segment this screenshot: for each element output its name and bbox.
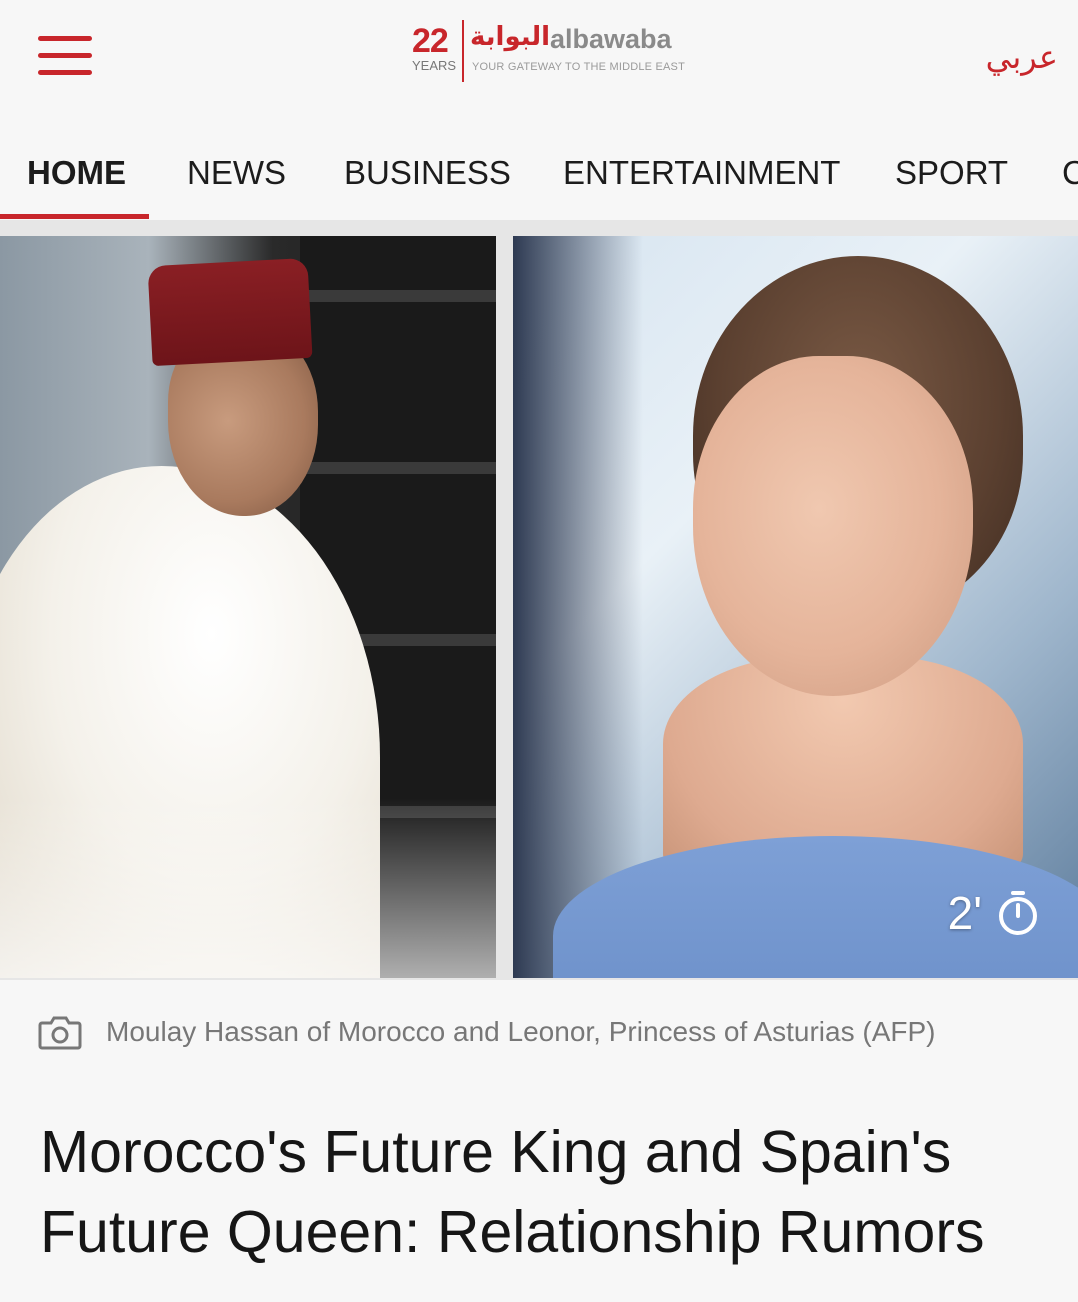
hamburger-line: [38, 70, 92, 75]
logo-arabic-name: البوابة: [470, 22, 551, 52]
nav-item-news[interactable]: NEWS: [187, 154, 286, 192]
nav-item-business[interactable]: BUSINESS: [344, 154, 511, 192]
arabic-language-link[interactable]: عربي: [986, 38, 1058, 76]
nav-item-truncated[interactable]: C: [1062, 154, 1078, 192]
hamburger-menu-icon[interactable]: [38, 36, 92, 76]
camera-icon: [38, 1016, 82, 1050]
article-headline[interactable]: Morocco's Future King and Spain's Future…: [40, 1112, 1050, 1272]
site-header: 22 YEARS البوابة albawaba YOUR GATEWAY T…: [0, 0, 1078, 116]
read-time-value: 2': [947, 887, 982, 939]
nav-item-sport[interactable]: SPORT: [895, 154, 1008, 192]
main-nav: HOME NEWS BUSINESS ENTERTAINMENT SPORT C: [0, 128, 1078, 220]
logo-tagline: YOUR GATEWAY TO THE MIDDLE EAST: [472, 61, 685, 73]
image-fade: [0, 798, 496, 978]
hamburger-line: [38, 53, 92, 58]
logo-years-label: YEARS: [412, 58, 457, 73]
nav-item-entertainment[interactable]: ENTERTAINMENT: [563, 154, 840, 192]
logo-divider: [462, 20, 464, 82]
face: [693, 356, 973, 696]
stopwatch-icon: [999, 891, 1037, 935]
site-logo[interactable]: 22 YEARS البوابة albawaba YOUR GATEWAY T…: [412, 20, 685, 84]
background-shade: [513, 236, 643, 978]
hamburger-line: [38, 36, 92, 41]
photo-caption: Moulay Hassan of Morocco and Leonor, Pri…: [106, 1016, 936, 1047]
nav-item-home[interactable]: HOME: [27, 154, 126, 192]
article-hero-image[interactable]: 2': [0, 220, 1078, 980]
red-fez: [147, 257, 313, 367]
read-time-badge: 2': [948, 886, 1040, 940]
logo-years-number: 22: [412, 22, 449, 60]
photo-caption-row: Moulay Hassan of Morocco and Leonor, Pri…: [0, 980, 1078, 1084]
logo-latin-name: albawaba: [550, 24, 672, 54]
photo-moulay-hassan: [0, 236, 496, 978]
photo-leonor: [513, 236, 1078, 978]
nav-active-indicator: [0, 214, 149, 219]
